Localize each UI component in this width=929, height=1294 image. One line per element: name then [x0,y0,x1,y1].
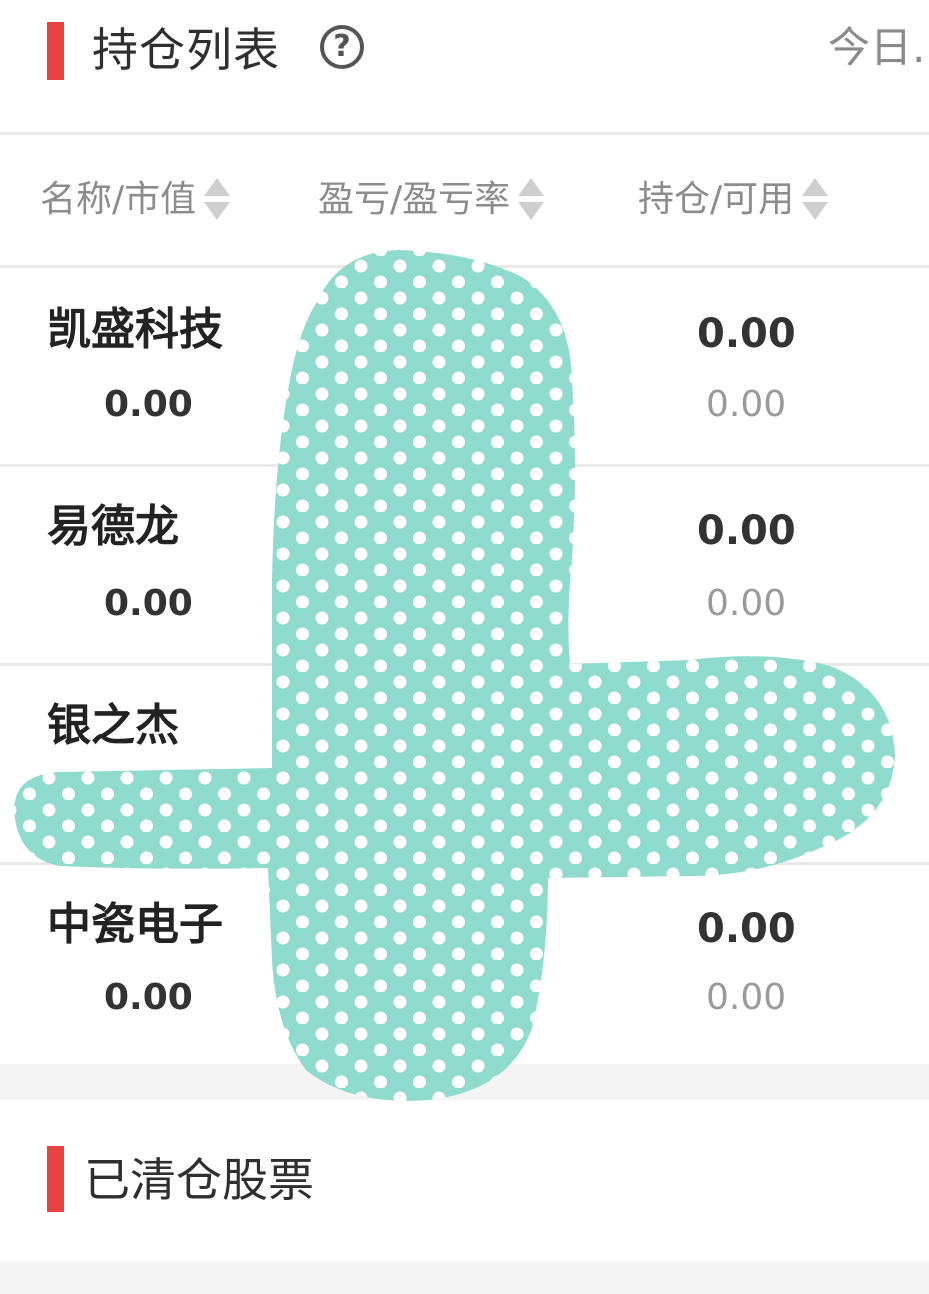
column-header-label: 名称/市值 [40,179,197,220]
sort-icon[interactable] [204,178,231,224]
position-total: 0.00 [697,311,796,357]
cleared-stocks-title: 已清仓股票 [84,1153,314,1207]
section-gap [0,1262,929,1294]
stock-name: 凯盛科技 [47,304,223,355]
today-link[interactable]: 今日... [828,18,929,78]
page-title: 持仓列表 [92,23,280,77]
stock-name: 易德龙 [47,501,179,552]
column-header-name-value[interactable]: 名称/市值 [40,172,231,228]
market-value: 0.00 [104,384,193,425]
position-available: 0.00 [706,583,787,624]
stock-name: 银之杰 [47,700,179,751]
column-header-label: 持仓/可用 [638,179,795,220]
holding-row[interactable]: 银之杰 [0,666,929,862]
stock-name: 中瓷电子 [47,899,223,950]
divider [0,132,929,135]
section-accent-bar [47,1146,64,1212]
market-value: 0.00 [104,583,193,624]
column-header-label: 盈亏/盈亏率 [318,179,511,220]
section-gap [0,1064,929,1100]
holdings-header: 持仓列表 ? 今日... [0,0,929,132]
section-accent-bar [47,22,64,80]
holding-row[interactable]: 凯盛科技 0.00 0.00 0.00 [0,268,929,464]
position-total: 0.00 [697,906,796,952]
holding-row[interactable]: 易德龙 0.00 0.00 0.00 [0,467,929,663]
sort-icon[interactable] [802,178,829,224]
help-icon[interactable]: ? [320,25,364,69]
position-total: 0.00 [697,508,796,554]
column-header-profit-rate[interactable]: 盈亏/盈亏率 [318,172,545,228]
sort-icon[interactable] [518,178,545,224]
position-available: 0.00 [706,384,787,425]
cleared-stocks-section[interactable]: 已清仓股票 [0,1100,929,1262]
holding-row[interactable]: 中瓷电子 0.00 0.00 0.00 [0,865,929,1061]
position-available: 0.00 [706,977,787,1018]
market-value: 0.00 [104,977,193,1018]
column-header-position-available[interactable]: 持仓/可用 [638,172,829,228]
